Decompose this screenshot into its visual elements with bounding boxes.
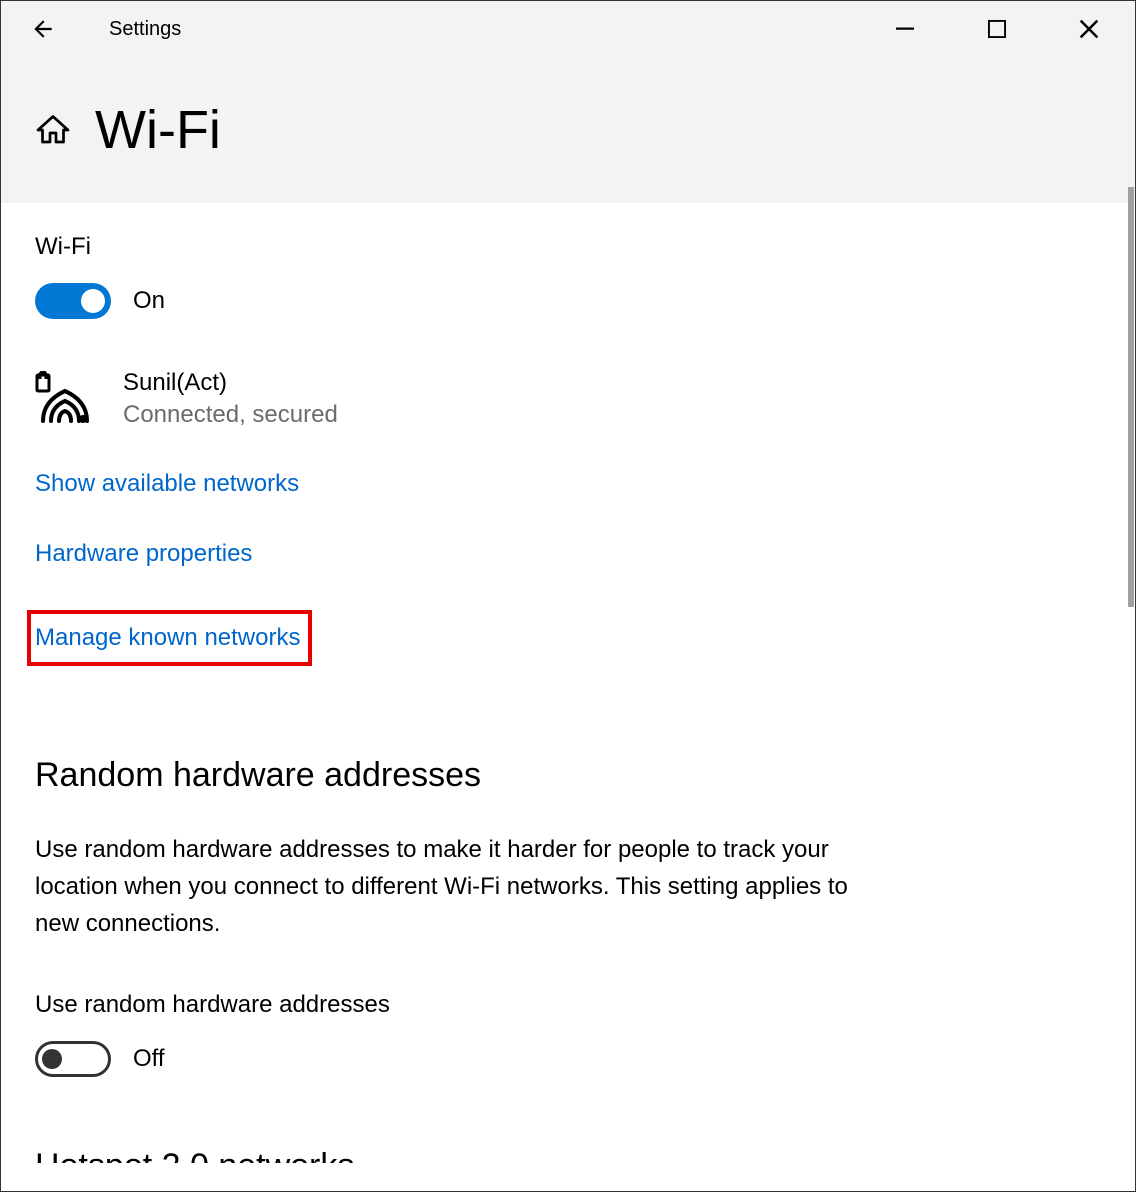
page-title: Wi-Fi [95, 99, 221, 161]
network-name: Sunil(Act) [123, 369, 338, 397]
wifi-toggle-row: On [35, 283, 1101, 319]
random-hw-sublabel: Use random hardware addresses [35, 991, 1101, 1019]
back-button[interactable] [19, 5, 67, 53]
window-controls [859, 1, 1135, 57]
random-hw-heading: Random hardware addresses [35, 756, 1101, 795]
show-available-networks-link[interactable]: Show available networks [35, 470, 299, 498]
wifi-toggle[interactable] [35, 283, 111, 319]
hardware-properties-link[interactable]: Hardware properties [35, 540, 252, 568]
hotspot-heading-cutoff: Hotspot 2.0 networks [35, 1147, 1101, 1163]
manage-known-networks-link[interactable]: Manage known networks [27, 610, 312, 666]
wifi-secured-icon [35, 371, 95, 432]
back-arrow-icon [30, 16, 56, 42]
titlebar: Settings [1, 1, 1135, 57]
random-hw-toggle-state: Off [133, 1045, 165, 1073]
maximize-icon [988, 20, 1006, 38]
current-network[interactable]: Sunil(Act) Connected, secured [35, 369, 1101, 432]
maximize-button[interactable] [951, 1, 1043, 57]
page-header: Wi-Fi [1, 57, 1135, 203]
home-icon [35, 112, 71, 148]
window-title: Settings [109, 18, 181, 41]
minimize-icon [896, 20, 914, 38]
close-icon [1079, 19, 1099, 39]
content-area: Wi-Fi On Sunil(Act) Connected, secured S… [1, 203, 1135, 1163]
wifi-toggle-state: On [133, 287, 165, 315]
home-button[interactable] [35, 112, 71, 148]
toggle-knob [42, 1049, 62, 1069]
random-hw-toggle-row: Off [35, 1041, 1101, 1077]
minimize-button[interactable] [859, 1, 951, 57]
toggle-knob [81, 289, 105, 313]
random-hw-description: Use random hardware addresses to make it… [35, 831, 875, 943]
network-info: Sunil(Act) Connected, secured [123, 369, 338, 429]
wifi-section-label: Wi-Fi [35, 233, 1101, 261]
close-button[interactable] [1043, 1, 1135, 57]
network-status: Connected, secured [123, 401, 338, 429]
random-hw-toggle[interactable] [35, 1041, 111, 1077]
